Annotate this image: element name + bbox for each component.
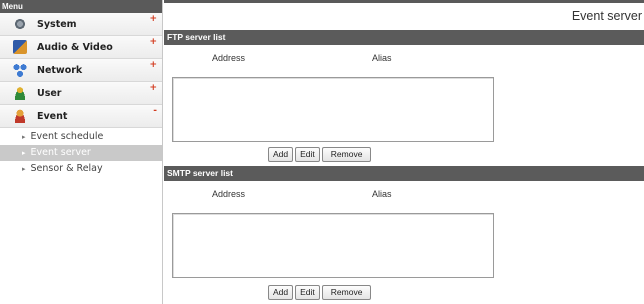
ftp-add-button[interactable]: Add <box>268 147 294 162</box>
smtp-section-body: Address Alias Add Edit Remove <box>164 181 644 304</box>
smtp-section: SMTP server list Address Alias Add Edit … <box>164 166 644 304</box>
smtp-address-column-header: Address <box>212 189 246 199</box>
smtp-alias-column-header: Alias <box>372 189 392 199</box>
smtp-add-button[interactable]: Add <box>268 285 294 300</box>
smtp-edit-button[interactable]: Edit <box>295 285 320 300</box>
menu-item-label: User <box>37 87 62 99</box>
menu-item-network[interactable]: Network + <box>0 59 162 82</box>
expand-icon[interactable]: + <box>149 14 157 24</box>
smtp-remove-button[interactable]: Remove <box>321 285 372 300</box>
chevron-right-icon: ▸ <box>22 165 26 173</box>
collapse-icon[interactable]: - <box>153 106 157 116</box>
ftp-address-column-header: Address <box>212 53 246 63</box>
gear-icon <box>13 17 27 31</box>
smtp-button-row: Add Edit Remove <box>268 285 372 300</box>
user-icon <box>13 86 27 100</box>
page-title-bar: Event server <box>164 0 644 30</box>
menu-item-system[interactable]: System + <box>0 13 162 36</box>
sidebar-menu: Menu System + Audio & Video + Network + … <box>0 0 163 304</box>
expand-icon[interactable]: + <box>149 60 157 70</box>
menu-item-label: Audio & Video <box>37 41 113 53</box>
submenu-item-event-schedule[interactable]: ▸ Event schedule <box>0 129 162 145</box>
menu-item-label: System <box>37 18 77 30</box>
network-icon <box>13 63 27 77</box>
smtp-server-listbox[interactable] <box>172 213 494 278</box>
event-submenu: ▸ Event schedule ▸ Event server ▸ Sensor & … <box>0 128 162 177</box>
ftp-alias-column-header: Alias <box>372 53 392 63</box>
ftp-button-row: Add Edit Remove <box>268 147 372 162</box>
submenu-item-event-server[interactable]: ▸ Event server <box>0 145 162 161</box>
event-icon <box>13 109 27 123</box>
menu-item-label: Event <box>37 110 68 122</box>
chevron-right-icon: ▸ <box>22 149 26 157</box>
ftp-server-listbox[interactable] <box>172 77 494 142</box>
ftp-remove-button[interactable]: Remove <box>321 147 372 162</box>
smtp-section-header: SMTP server list <box>164 166 644 181</box>
ftp-section: FTP server list Address Alias Add Edit R… <box>164 30 644 166</box>
submenu-item-label: Sensor & Relay <box>30 163 103 174</box>
expand-icon[interactable]: + <box>149 37 157 47</box>
page-title: Event server <box>571 9 642 23</box>
menu-item-user[interactable]: User + <box>0 82 162 105</box>
audio-video-icon <box>13 40 27 54</box>
ftp-section-header: FTP server list <box>164 30 644 45</box>
submenu-item-sensor-relay[interactable]: ▸ Sensor & Relay <box>0 161 162 177</box>
submenu-item-label: Event schedule <box>30 131 104 142</box>
expand-icon[interactable]: + <box>149 83 157 93</box>
main-content: Event server FTP server list Address Ali… <box>164 0 644 304</box>
ftp-edit-button[interactable]: Edit <box>295 147 320 162</box>
submenu-item-label: Event server <box>30 147 91 158</box>
menu-title: Menu <box>0 0 162 13</box>
chevron-right-icon: ▸ <box>22 133 26 141</box>
menu-item-audio-video[interactable]: Audio & Video + <box>0 36 162 59</box>
menu-item-label: Network <box>37 64 83 76</box>
menu-item-event[interactable]: Event - <box>0 105 162 128</box>
ftp-section-body: Address Alias Add Edit Remove <box>164 45 644 166</box>
